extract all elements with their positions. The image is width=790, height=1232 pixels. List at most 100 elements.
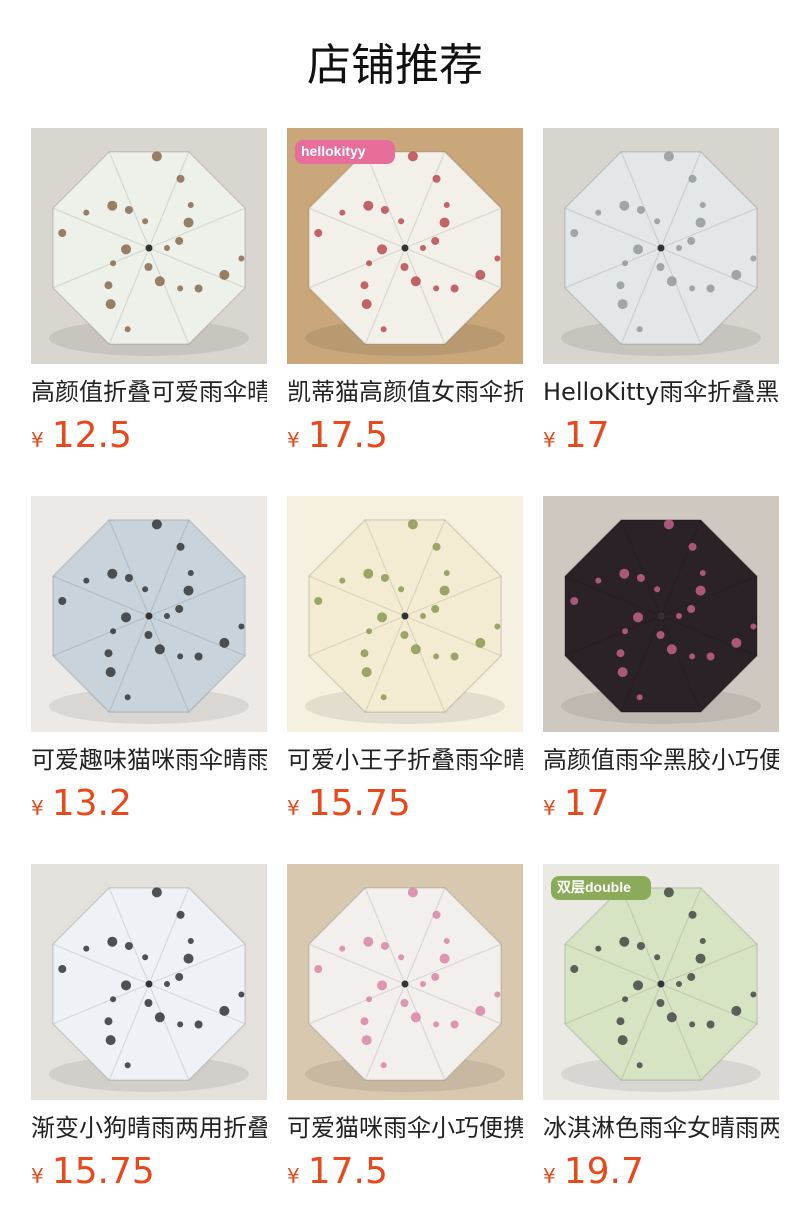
pattern-dot bbox=[144, 998, 153, 1007]
pattern-dot bbox=[595, 209, 602, 216]
pattern-dot bbox=[124, 326, 131, 333]
pattern-dot bbox=[663, 151, 674, 162]
pattern-dot bbox=[175, 604, 184, 613]
pattern-dot bbox=[361, 1035, 372, 1046]
pattern-dot bbox=[105, 299, 116, 310]
pattern-dot bbox=[407, 151, 418, 162]
pattern-dot bbox=[175, 972, 184, 981]
product-name[interactable]: 高颜值雨伞黑胶小巧便携 bbox=[543, 742, 779, 778]
price-value: 15.75 bbox=[307, 783, 411, 824]
product-image[interactable] bbox=[31, 496, 267, 732]
pattern-dot bbox=[366, 628, 373, 635]
product-name[interactable]: 凯蒂猫高颜值女雨伞折叠 bbox=[287, 374, 523, 410]
pattern-dot bbox=[183, 953, 194, 964]
product-image[interactable] bbox=[543, 128, 779, 364]
pattern-dot bbox=[339, 577, 346, 584]
pattern-dot bbox=[142, 954, 149, 961]
product-image[interactable] bbox=[287, 864, 523, 1100]
pattern-dot bbox=[151, 151, 162, 162]
pattern-dot bbox=[443, 201, 450, 208]
umbrella-illustration: hellokityy bbox=[287, 128, 523, 364]
product-image[interactable]: 双层double bbox=[543, 864, 779, 1100]
pattern-dot bbox=[107, 936, 118, 947]
pattern-dot bbox=[570, 965, 579, 974]
pattern-dot bbox=[663, 887, 674, 898]
pattern-dot bbox=[695, 585, 706, 596]
pattern-dot bbox=[410, 276, 421, 287]
product-card[interactable]: HelloKitty雨伞折叠黑胶 ¥ 17 bbox=[543, 128, 779, 496]
pattern-dot bbox=[83, 577, 90, 584]
pattern-dot bbox=[366, 996, 373, 1003]
pattern-dot bbox=[619, 200, 630, 211]
pattern-dot bbox=[431, 972, 440, 981]
product-price: ¥ 15.75 bbox=[31, 1150, 155, 1194]
pattern-dot bbox=[104, 649, 113, 658]
product-image[interactable] bbox=[31, 864, 267, 1100]
pattern-dot bbox=[439, 585, 450, 596]
pattern-dot bbox=[124, 573, 133, 582]
product-image[interactable] bbox=[287, 496, 523, 732]
product-name[interactable]: 冰淇淋色雨伞女晴雨两用 bbox=[543, 1110, 779, 1146]
pattern-dot bbox=[360, 281, 369, 290]
product-name[interactable]: HelloKitty雨伞折叠黑胶 bbox=[543, 374, 779, 410]
product-image[interactable] bbox=[31, 128, 267, 364]
pattern-dot bbox=[105, 1035, 116, 1046]
product-name[interactable]: 渐变小狗晴雨两用折叠伞 bbox=[31, 1110, 267, 1146]
product-name[interactable]: 高颜值折叠可爱雨伞晴雨两用 bbox=[31, 374, 267, 410]
umbrella-illustration bbox=[543, 128, 779, 364]
pattern-dot bbox=[187, 201, 194, 208]
pattern-dot bbox=[432, 174, 441, 183]
pattern-dot bbox=[176, 542, 185, 551]
pattern-dot bbox=[407, 887, 418, 898]
pattern-dot bbox=[494, 623, 501, 630]
pattern-dot bbox=[450, 652, 459, 661]
pattern-dot bbox=[58, 229, 67, 238]
product-card[interactable]: 高颜值折叠可爱雨伞晴雨两用 ¥ 12.5 bbox=[31, 128, 267, 496]
product-card[interactable]: 可爱小王子折叠雨伞晴雨 ¥ 15.75 bbox=[287, 496, 523, 864]
pattern-dot bbox=[380, 1062, 387, 1069]
pattern-dot bbox=[617, 299, 628, 310]
pattern-dot bbox=[105, 667, 116, 678]
product-name[interactable]: 可爱猫咪雨伞小巧便携折叠 bbox=[287, 1110, 523, 1146]
pattern-dot bbox=[407, 519, 418, 530]
image-badge-text: hellokityy bbox=[301, 143, 366, 159]
pattern-dot bbox=[706, 652, 715, 661]
pattern-dot bbox=[175, 236, 184, 245]
pattern-dot bbox=[687, 236, 696, 245]
product-card[interactable]: 双层double 冰淇淋色雨伞女晴雨两用 ¥ 19.7 bbox=[543, 864, 779, 1232]
product-card[interactable]: 可爱趣味猫咪雨伞晴雨两用 ¥ 13.2 bbox=[31, 496, 267, 864]
pattern-dot bbox=[595, 577, 602, 584]
pattern-dot bbox=[366, 260, 373, 267]
product-card[interactable]: 渐变小狗晴雨两用折叠伞 ¥ 15.75 bbox=[31, 864, 267, 1232]
product-image[interactable]: hellokityy bbox=[287, 128, 523, 364]
price-value: 15.75 bbox=[51, 1151, 155, 1192]
pattern-dot bbox=[663, 519, 674, 530]
pattern-dot bbox=[666, 1012, 677, 1023]
product-price: ¥ 17 bbox=[543, 782, 610, 826]
pattern-dot bbox=[731, 1005, 742, 1016]
price-value: 19.7 bbox=[563, 1151, 644, 1192]
pattern-dot bbox=[124, 205, 133, 214]
recommend-page: 店铺推荐 高颜值折叠可爱雨伞晴雨两用 ¥ 12.5 hellokityy 凯蒂猫… bbox=[0, 0, 790, 1232]
product-name[interactable]: 可爱趣味猫咪雨伞晴雨两用 bbox=[31, 742, 267, 778]
pattern-dot bbox=[361, 667, 372, 678]
product-card[interactable]: 可爱猫咪雨伞小巧便携折叠 ¥ 17.5 bbox=[287, 864, 523, 1232]
product-name[interactable]: 可爱小王子折叠雨伞晴雨 bbox=[287, 742, 523, 778]
product-card[interactable]: 高颜值雨伞黑胶小巧便携 ¥ 17 bbox=[543, 496, 779, 864]
pattern-dot bbox=[654, 586, 661, 593]
pattern-dot bbox=[688, 910, 697, 919]
product-price: ¥ 17 bbox=[543, 414, 610, 458]
pattern-dot bbox=[58, 965, 67, 974]
pattern-dot bbox=[633, 980, 644, 991]
product-card[interactable]: hellokityy 凯蒂猫高颜值女雨伞折叠 ¥ 17.5 bbox=[287, 128, 523, 496]
product-image[interactable] bbox=[543, 496, 779, 732]
pattern-dot bbox=[398, 586, 405, 593]
pattern-dot bbox=[339, 209, 346, 216]
pattern-dot bbox=[144, 630, 153, 639]
pattern-dot bbox=[688, 174, 697, 183]
pattern-dot bbox=[124, 1062, 131, 1069]
pattern-dot bbox=[617, 667, 628, 678]
product-price: ¥ 17.5 bbox=[287, 414, 388, 458]
product-price: ¥ 15.75 bbox=[287, 782, 411, 826]
pattern-dot bbox=[633, 244, 644, 255]
